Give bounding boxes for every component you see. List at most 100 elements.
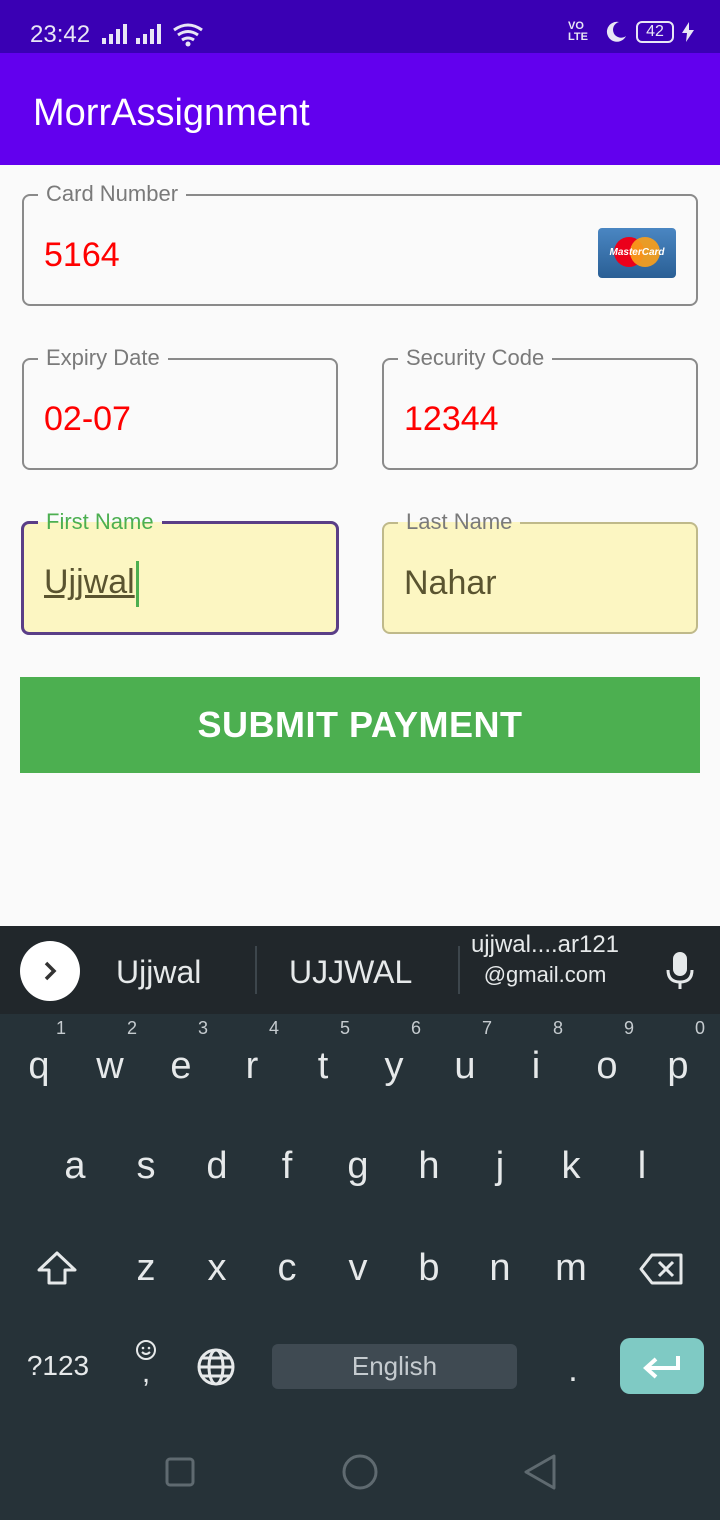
key-label: t <box>317 1045 329 1087</box>
status-bar: 23:42 VO LTE 42 <box>0 0 720 53</box>
signal-wifi-icons <box>102 23 203 47</box>
key-g[interactable]: g <box>323 1126 393 1206</box>
recents-icon[interactable] <box>164 1456 196 1488</box>
volte-icon: VO LTE <box>568 20 588 43</box>
security-code-value: 12344 <box>404 400 499 438</box>
expiry-date-field[interactable]: Expiry Date 02-07 <box>22 344 338 470</box>
symbols-key[interactable]: ?123 <box>20 1348 96 1384</box>
expiry-date-label: Expiry Date <box>38 344 168 372</box>
key-hint: 4 <box>268 1018 279 1038</box>
key-label: y <box>384 1045 404 1087</box>
app-title: MorrAssignment <box>33 92 310 134</box>
key-hint: 2 <box>126 1018 137 1038</box>
home-icon[interactable] <box>340 1452 380 1492</box>
key-label: q <box>28 1045 50 1087</box>
key-k[interactable]: k <box>536 1126 606 1206</box>
key-z[interactable]: z <box>111 1228 181 1308</box>
text-cursor <box>135 561 139 608</box>
back-icon[interactable] <box>522 1453 558 1491</box>
key-label: o <box>596 1045 618 1087</box>
key-label: p <box>667 1045 689 1087</box>
key-j[interactable]: j <box>465 1126 535 1206</box>
chevron-right-icon <box>44 961 57 981</box>
email-suggestion-line1: ujjwal....ar121 <box>470 931 620 958</box>
key-hint: 0 <box>694 1018 705 1038</box>
suggestion-email[interactable]: ujjwal....ar121 @gmail.com <box>470 930 620 990</box>
comma-label: , <box>141 1356 151 1389</box>
backspace-icon[interactable] <box>638 1252 684 1286</box>
mic-icon[interactable] <box>664 950 696 990</box>
key-d[interactable]: d <box>182 1126 252 1206</box>
moon-icon <box>606 21 626 42</box>
first-name-field[interactable]: First Name Ujjwal <box>21 508 339 635</box>
key-h[interactable]: h <box>394 1126 464 1206</box>
app-bar: MorrAssignment <box>0 53 720 165</box>
key-hint: 9 <box>623 1018 634 1038</box>
security-code-label: Security Code <box>398 344 553 372</box>
key-s[interactable]: s <box>111 1126 181 1206</box>
key-b[interactable]: b <box>394 1228 464 1308</box>
card-number-field[interactable]: Card Number 5164 MasterCard <box>22 180 698 306</box>
security-code-field[interactable]: Security Code 12344 <box>382 344 698 470</box>
key-hint: 5 <box>339 1018 350 1038</box>
first-name-value: Ujjwal <box>44 563 135 601</box>
card-number-value: 5164 <box>44 236 120 274</box>
globe-icon[interactable] <box>196 1347 236 1387</box>
submit-payment-button[interactable]: SUBMIT PAYMENT <box>20 677 700 773</box>
battery-icon: 42 <box>636 21 674 43</box>
shift-icon[interactable] <box>36 1250 78 1286</box>
last-name-value: Nahar <box>404 564 497 602</box>
key-o[interactable]: o9 <box>572 1018 642 1106</box>
expiry-date-value: 02-07 <box>44 400 131 438</box>
key-i[interactable]: i8 <box>501 1018 571 1106</box>
key-v[interactable]: v <box>323 1228 393 1308</box>
key-r[interactable]: r4 <box>217 1018 287 1106</box>
wifi-icon <box>173 23 203 42</box>
key-a[interactable]: a <box>40 1126 110 1206</box>
charging-icon <box>682 22 694 42</box>
key-l[interactable]: l <box>607 1126 677 1206</box>
space-bar[interactable]: English <box>272 1344 517 1389</box>
key-y[interactable]: y6 <box>359 1018 429 1106</box>
key-hint: 7 <box>481 1018 492 1038</box>
suggestion-2[interactable]: UJJWAL <box>289 952 412 992</box>
enter-key[interactable] <box>620 1338 704 1394</box>
key-n[interactable]: n <box>465 1228 535 1308</box>
key-label: i <box>531 1045 541 1087</box>
signal-strength-icon <box>102 24 161 44</box>
card-brand-text: MasterCard <box>609 247 665 258</box>
key-p[interactable]: p0 <box>643 1018 713 1106</box>
key-label: r <box>245 1045 259 1087</box>
key-hint: 3 <box>197 1018 208 1038</box>
key-w[interactable]: w2 <box>75 1018 145 1106</box>
period-key[interactable]: . <box>556 1350 590 1390</box>
key-e[interactable]: e3 <box>146 1018 216 1106</box>
emoji-comma-key[interactable]: , <box>126 1338 166 1394</box>
last-name-field[interactable]: Last Name Nahar <box>382 508 698 634</box>
key-c[interactable]: c <box>252 1228 322 1308</box>
key-q[interactable]: q1 <box>4 1018 74 1106</box>
key-hint: 1 <box>55 1018 66 1038</box>
suggestion-1[interactable]: Ujjwal <box>116 952 201 992</box>
suggestion-divider <box>458 946 460 994</box>
key-hint: 6 <box>410 1018 421 1038</box>
key-t[interactable]: t5 <box>288 1018 358 1106</box>
expand-suggestions-button[interactable] <box>20 941 80 1001</box>
suggestion-bar: Ujjwal UJJWAL ujjwal....ar121 @gmail.com <box>0 926 720 1014</box>
key-label: e <box>170 1045 192 1087</box>
enter-icon <box>643 1356 680 1379</box>
key-u[interactable]: u7 <box>430 1018 500 1106</box>
key-label: u <box>454 1045 476 1087</box>
card-number-label: Card Number <box>38 180 187 208</box>
email-suggestion-line2: @gmail.com <box>483 962 607 987</box>
first-name-label: First Name <box>38 508 162 536</box>
mastercard-icon: MasterCard <box>598 228 676 278</box>
key-m[interactable]: m <box>536 1228 606 1308</box>
navigation-bar <box>0 1420 720 1520</box>
last-name-label: Last Name <box>398 508 521 536</box>
key-x[interactable]: x <box>182 1228 252 1308</box>
key-hint: 8 <box>552 1018 563 1038</box>
suggestion-divider <box>255 946 257 994</box>
key-label: w <box>96 1045 124 1087</box>
key-f[interactable]: f <box>252 1126 322 1206</box>
